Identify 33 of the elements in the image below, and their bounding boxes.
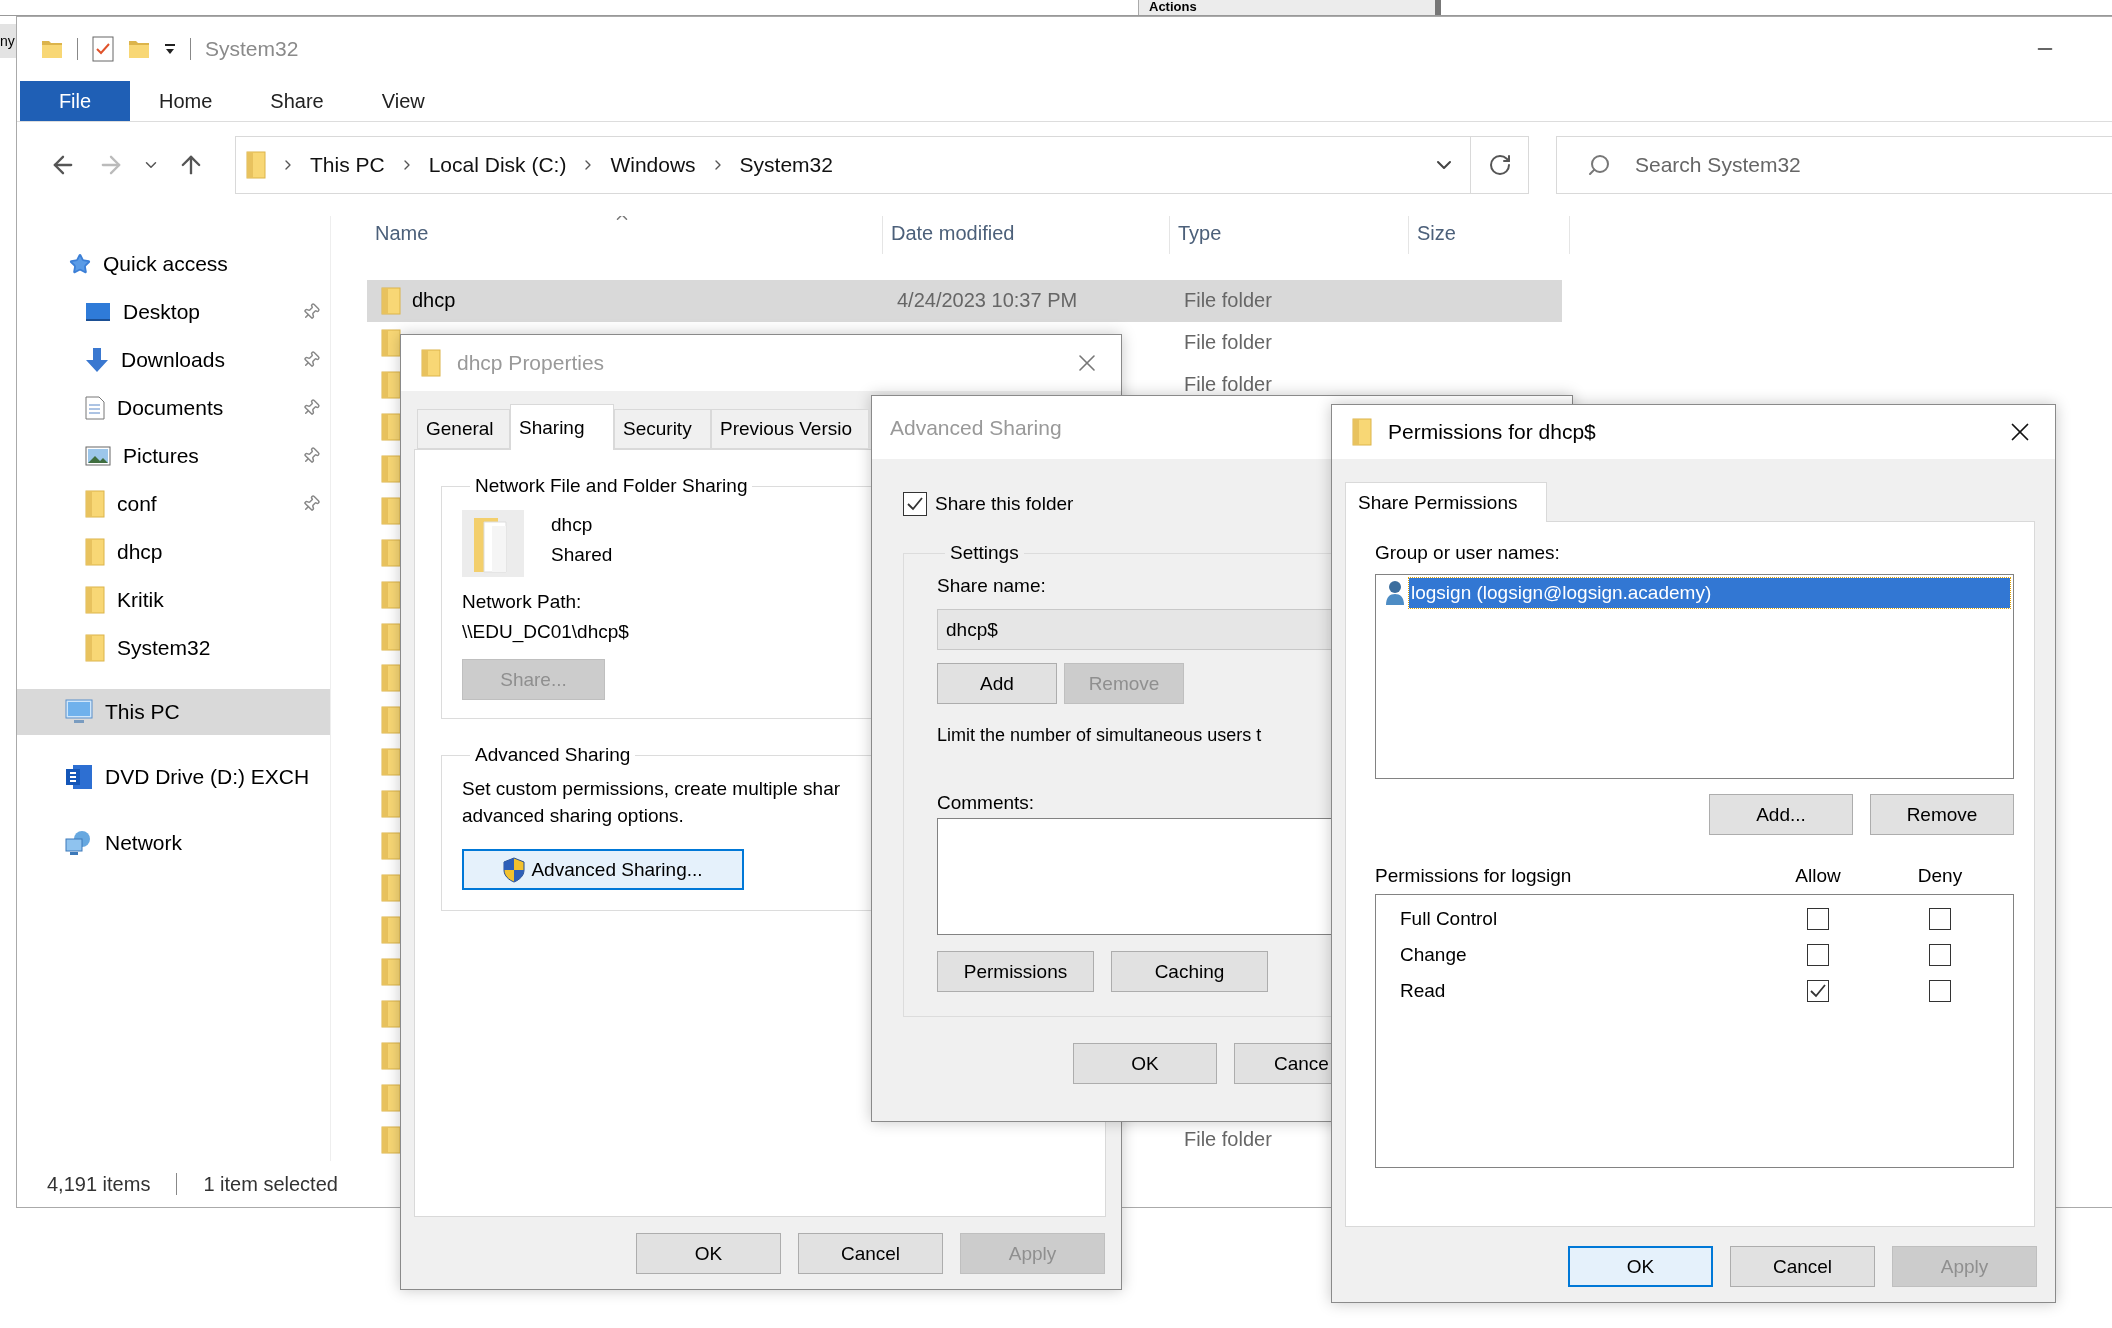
selection-count: 1 item selected — [203, 1172, 338, 1196]
network-path-label: Network Path: — [462, 590, 582, 614]
group-title: Settings — [949, 541, 1020, 565]
dialog-title: Permissions for dhcp$ — [1388, 420, 1596, 444]
permission-name: Full Control — [1399, 907, 1499, 931]
date-modified: 4/24/2023 10:37 PM — [897, 289, 1078, 313]
permission-name: Read — [1399, 979, 1447, 1003]
list-label: Group or user names: — [1375, 541, 1561, 565]
window-fragment: ny — [0, 24, 16, 58]
dialog-title: Advanced Sharing — [890, 415, 1062, 440]
column-label: Deny — [1917, 864, 1963, 888]
file-type: File folder — [1184, 1128, 1272, 1152]
dialog-title: dhcp Properties — [457, 351, 605, 375]
column-label: Allow — [1795, 864, 1841, 888]
permissions-label: Permissions for logsign — [1375, 864, 1573, 888]
field-label: Share name: — [937, 574, 1046, 598]
description: Set custom permissions, create multiple shar advanced sharing options. — [462, 777, 841, 828]
group-title: Network File and Folder Sharing — [474, 474, 749, 498]
file-type: File folder — [1184, 331, 1272, 355]
folder-name: dhcp — [551, 513, 594, 537]
item-count: 4,191 items — [47, 1172, 151, 1196]
window-title: System32 — [205, 37, 299, 61]
file-type: File folder — [1184, 373, 1272, 397]
field-label: Comments: — [937, 791, 1035, 815]
panel-title: Actions — [1138, 0, 1441, 15]
network-path: \\EDU_DC01\dhcp$ — [462, 620, 629, 645]
share-status: Shared — [551, 543, 613, 567]
limit-text: Limit the number of simultaneous users t — [937, 724, 1262, 747]
file-name: dhcp — [412, 289, 456, 313]
group-title: Advanced Sharing — [474, 743, 632, 767]
permission-name: Change — [1399, 943, 1468, 967]
checkbox-label: Share this folder — [935, 492, 1074, 516]
file-type: File folder — [1184, 289, 1272, 313]
